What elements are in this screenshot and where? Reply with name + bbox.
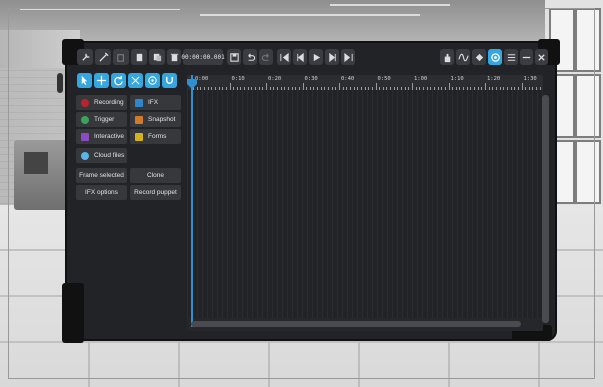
cloud-icon [81, 151, 89, 160]
playhead[interactable] [187, 75, 197, 327]
ifx-label: IFX [148, 99, 159, 106]
curve-icon[interactable] [456, 49, 470, 65]
time-ruler[interactable]: 0:00 0:10 0:20 0:30 0:40 0:50 1:00 1:10 1:20 1:30 [187, 75, 543, 90]
forms-label: Forms [148, 133, 167, 140]
trigger-label: Trigger [94, 116, 115, 123]
ruler-label: 0:20 [268, 76, 282, 82]
cloud-files-button[interactable]: Cloud files [76, 148, 127, 163]
ruler-tick [339, 83, 340, 90]
play-icon[interactable] [309, 49, 323, 65]
ruler-label: 1:20 [487, 76, 501, 82]
redo-icon[interactable] [259, 49, 273, 65]
wrench-icon[interactable] [77, 49, 93, 65]
clone-label: Clone [147, 172, 164, 179]
trigger-button[interactable]: Trigger [76, 112, 127, 127]
record-puppet-label: Record puppet [134, 189, 177, 196]
ruler-tick [375, 83, 377, 90]
ruler-tick [448, 83, 450, 90]
magnet-icon[interactable] [162, 73, 177, 88]
animation-tablet: 00:00:00.001 Recording IFX Trigger Snaps… [57, 39, 560, 343]
ifx-button[interactable]: IFX [130, 95, 181, 110]
ruler-label: 1:00 [414, 76, 428, 82]
select-arrow-icon[interactable] [77, 73, 92, 88]
orbit-icon[interactable] [145, 73, 160, 88]
trigger-icon [81, 115, 89, 124]
ruler-label: 1:10 [450, 76, 464, 82]
step-back-icon[interactable] [293, 49, 307, 65]
vertical-scrollbar[interactable] [542, 95, 549, 323]
ruler-label: 0:50 [377, 76, 391, 82]
ifx-options-button[interactable]: IFX options [76, 185, 127, 200]
hand-icon[interactable] [440, 49, 454, 65]
ruler-tick [412, 83, 413, 90]
skip-to-start-icon[interactable] [277, 49, 291, 65]
record-puppet-button[interactable]: Record puppet [130, 185, 181, 200]
record-target-icon[interactable] [488, 49, 502, 65]
skip-to-end-icon[interactable] [341, 49, 355, 65]
ruler-tick [521, 83, 523, 90]
page-icon[interactable] [149, 49, 165, 65]
ruler-label: 0:30 [304, 76, 318, 82]
copy-icon[interactable] [113, 49, 129, 65]
interactive-icon [81, 132, 89, 141]
undo-icon[interactable] [243, 49, 257, 65]
ruler-label: 0:10 [231, 76, 245, 82]
interactive-label: Interactive [94, 133, 124, 140]
snapshot-button[interactable]: Snapshot [130, 112, 181, 127]
ruler-tick [229, 83, 231, 90]
rotate-icon[interactable] [111, 73, 126, 88]
ifx-options-label: IFX options [85, 189, 118, 196]
ruler-tick [485, 83, 486, 90]
top-toolbar: 00:00:00.001 [67, 43, 555, 71]
ifx-icon [135, 98, 143, 107]
side-handle[interactable] [57, 73, 63, 93]
snapshot-icon [135, 115, 143, 124]
ruler-tick [302, 83, 304, 90]
save-icon[interactable] [227, 49, 241, 65]
forms-icon [135, 132, 143, 141]
recording-button[interactable]: Recording [76, 95, 127, 110]
paste-icon[interactable] [131, 49, 147, 65]
clone-button[interactable]: Clone [130, 168, 181, 183]
recording-icon [81, 98, 89, 107]
scale-icon[interactable] [128, 73, 143, 88]
ceiling [0, 0, 603, 48]
move-icon[interactable] [94, 73, 109, 88]
horizontal-scrollbar[interactable] [191, 321, 521, 327]
cloud-files-label: Cloud files [94, 152, 125, 159]
forms-button[interactable]: Forms [130, 129, 181, 144]
frame-selected-label: Frame selected [79, 172, 124, 179]
minimize-icon[interactable] [520, 49, 533, 65]
tablet-corner-grip[interactable] [62, 283, 84, 343]
snapshot-label: Snapshot [148, 116, 176, 123]
ruler-tick [266, 83, 267, 90]
step-forward-icon[interactable] [325, 49, 339, 65]
interactive-button[interactable]: Interactive [76, 129, 127, 144]
trash-icon[interactable] [167, 49, 181, 65]
ruler-label: 1:30 [523, 76, 537, 82]
close-icon[interactable] [535, 49, 548, 65]
ruler-label: 0:40 [341, 76, 355, 82]
playhead-handle-icon[interactable] [187, 79, 197, 89]
timeline-area[interactable]: 0:00 0:10 0:20 0:30 0:40 0:50 1:00 1:10 1:20 1:30 [187, 75, 543, 331]
frame-selected-button[interactable]: Frame selected [76, 168, 127, 183]
menu-icon[interactable] [504, 49, 518, 65]
timecode-display: 00:00:00.001 [181, 49, 225, 65]
recording-label: Recording [94, 99, 124, 106]
settings-tool-icon[interactable] [95, 49, 111, 65]
keyframe-icon[interactable] [472, 49, 486, 65]
timeline-grid[interactable] [187, 90, 543, 318]
